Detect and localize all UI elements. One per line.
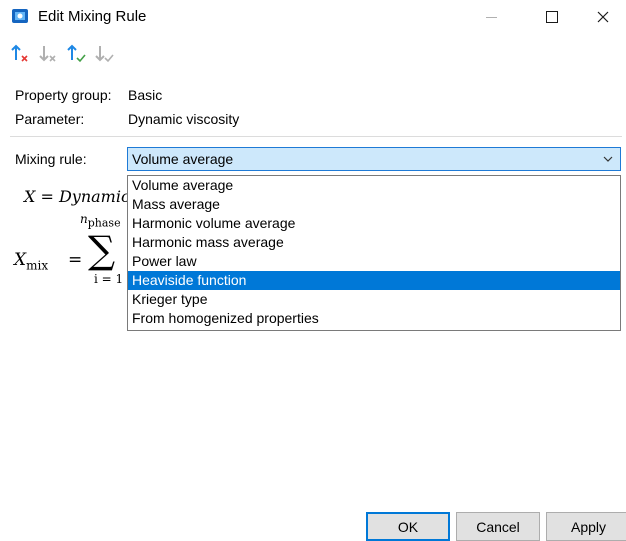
arrow-down-check-icon — [95, 46, 114, 63]
formula-x-mix: Xmix — [14, 250, 49, 273]
minimize-icon — [485, 16, 497, 18]
option-mass-average[interactable]: Mass average — [128, 195, 620, 214]
parameter-value: Dynamic viscosity — [128, 111, 240, 127]
move-down-check-button[interactable] — [94, 43, 116, 65]
app-icon — [12, 9, 28, 23]
arrow-up-check-icon — [67, 44, 86, 63]
toolbar — [10, 43, 116, 67]
arrow-down-x-icon — [39, 46, 56, 62]
title-bar: Edit Mixing Rule — [0, 0, 626, 34]
property-group-label: Property group: — [15, 87, 112, 103]
ok-button[interactable]: OK — [366, 512, 450, 541]
mixing-rule-label: Mixing rule: — [15, 151, 87, 167]
arrow-up-x-icon — [11, 44, 28, 62]
move-up-remove-button[interactable] — [10, 43, 32, 65]
close-button[interactable] — [580, 0, 626, 34]
formula-x-definition: X = Dynamic — [24, 187, 130, 206]
option-krieger-type[interactable]: Krieger type — [128, 290, 620, 309]
cancel-button-label: Cancel — [476, 518, 520, 535]
option-harmonic-volume-average[interactable]: Harmonic volume average — [128, 214, 620, 233]
mixing-rule-dropdown: Volume average Mass average Harmonic vol… — [127, 175, 621, 331]
apply-button-label: Apply — [570, 518, 607, 535]
minimize-button[interactable] — [468, 0, 514, 34]
maximize-icon — [546, 11, 558, 23]
separator — [10, 136, 622, 137]
ok-button-label: OK — [397, 518, 419, 535]
option-from-homogenized-properties[interactable]: From homogenized properties — [128, 309, 620, 328]
move-up-check-button[interactable] — [66, 43, 88, 65]
sum-lower-limit: i = 1 — [94, 272, 124, 286]
mixing-rule-selected-value: Volume average — [132, 151, 234, 167]
apply-button[interactable]: Apply — [546, 512, 626, 541]
formula-equals: = — [68, 250, 83, 270]
option-heaviside-function[interactable]: Heaviside function — [128, 271, 620, 290]
maximize-button[interactable] — [529, 0, 575, 34]
property-group-value: Basic — [128, 87, 163, 103]
cancel-button[interactable]: Cancel — [456, 512, 540, 541]
close-icon — [597, 11, 609, 23]
mixing-rule-select[interactable]: Volume average — [127, 147, 621, 171]
option-volume-average[interactable]: Volume average — [128, 176, 620, 195]
window-title: Edit Mixing Rule — [38, 8, 147, 25]
option-harmonic-mass-average[interactable]: Harmonic mass average — [128, 233, 620, 252]
sum-symbol: ∑ — [88, 228, 116, 272]
option-power-law[interactable]: Power law — [128, 252, 620, 271]
parameter-label: Parameter: — [15, 111, 85, 127]
move-down-remove-button[interactable] — [38, 43, 60, 65]
sum-upper-limit: nphase — [80, 212, 121, 230]
chevron-down-icon — [603, 156, 613, 162]
